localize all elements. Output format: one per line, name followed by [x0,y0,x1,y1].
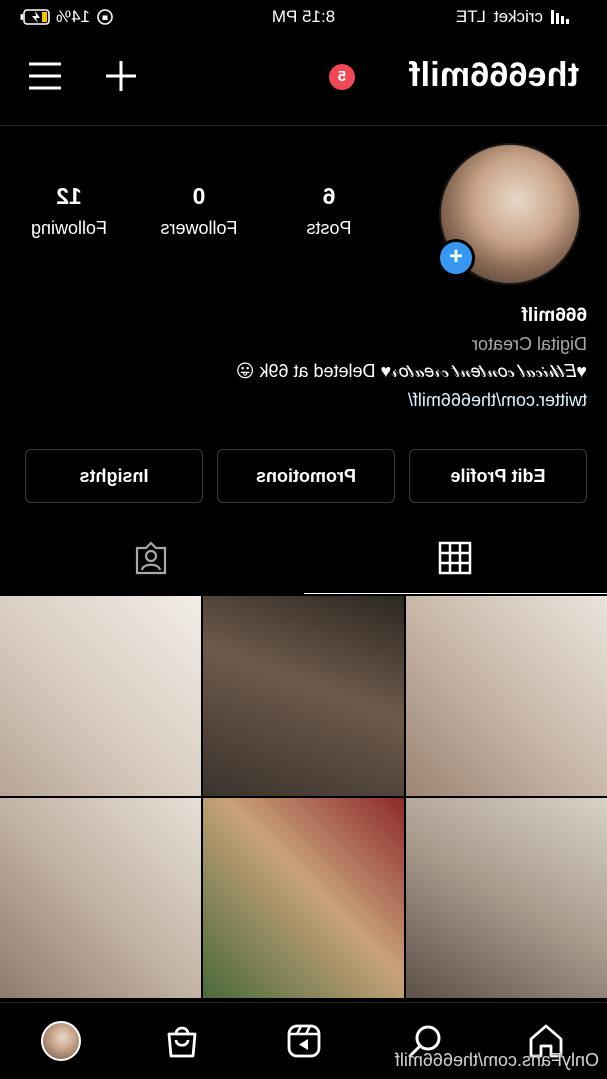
post-thumbnail[interactable] [203,596,404,796]
watermark-text: OnlyFans.com/the666milf [394,1050,599,1070]
grid-icon [439,541,472,574]
nav-profile[interactable] [39,1019,83,1063]
orientation-lock-icon [97,9,113,25]
stat-followers[interactable]: 0 Followers [139,183,259,239]
tab-grid[interactable] [304,522,607,594]
status-bar: cricket LTE 8:15 PM 14% [0,0,607,34]
battery-charging-icon [20,9,50,25]
post-thumbnail[interactable] [0,798,201,998]
nav-reels[interactable] [282,1019,326,1063]
add-story-icon[interactable]: + [437,239,475,277]
post-thumbnail[interactable] [203,798,404,998]
plus-icon[interactable] [103,58,139,94]
hamburger-menu-icon[interactable] [27,58,63,94]
reels-icon [287,1024,320,1058]
shop-bag-icon [167,1026,197,1058]
photo-grid [0,596,607,998]
insights-button[interactable]: Insights [25,449,203,503]
stat-label: Followers [160,218,238,238]
post-thumbnail[interactable] [0,596,201,796]
profile-display-name: 666milf [521,305,587,326]
stat-label: Posts [306,218,352,238]
profile-tabs [0,522,607,594]
profile-link[interactable]: twitter.com/the666milf/ [27,390,587,411]
profile-action-buttons: Edit Profile Promotions Insights [25,449,587,503]
profile-stats: 6 Posts 0 Followers 12 Following [9,183,389,239]
header-divider [0,125,607,126]
post-thumbnail[interactable] [406,798,607,998]
profile-bio-text: ♥𝐸𝓉𝒽𝒾𝒸𝒶𝓁 𝒸𝑜𝓃𝓉𝑒𝓃𝓉 𝒸𝓇𝑒𝒶𝓉𝑜𝓇♥ Deleted at 69k… [235,361,587,381]
mirrored-screen: cricket LTE 8:15 PM 14% the666milf 5 + 6… [0,0,607,1079]
profile-avatar-container[interactable]: + [437,143,581,285]
profile-top-bar: the666milf 5 [0,50,607,110]
stat-value: 12 [56,183,82,209]
promotions-button[interactable]: Promotions [217,449,395,503]
profile-username-title[interactable]: the666milf [409,56,579,95]
stat-label: Following [30,218,108,238]
edit-profile-button[interactable]: Edit Profile [409,449,587,503]
nav-shop[interactable] [160,1019,204,1063]
notification-badge[interactable]: 5 [329,64,355,90]
stat-value: 0 [192,183,206,209]
profile-category: Digital Creator [471,334,587,354]
post-thumbnail[interactable] [406,596,607,796]
battery-percent: 14% [56,7,91,26]
stat-following[interactable]: 12 Following [9,183,129,239]
tab-tagged[interactable] [0,522,303,594]
stat-posts[interactable]: 6 Posts [269,183,389,239]
tagged-person-icon [136,541,167,575]
profile-bio: 666milf Digital Creator ♥𝐸𝓉𝒽𝒾𝒸𝒶𝓁 𝒸𝑜𝓃𝓉𝑒𝓃𝓉… [27,305,587,411]
stat-value: 6 [322,183,336,209]
profile-avatar [40,1021,81,1061]
status-battery-group: 14% [20,7,114,27]
